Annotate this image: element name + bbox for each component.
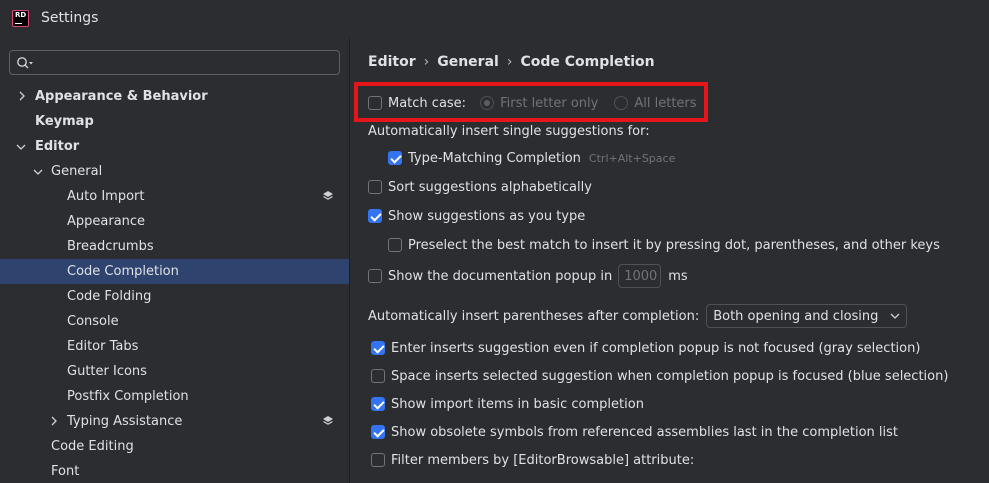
tree-item-label: Auto Import [67,189,145,204]
tree-item-code-editing[interactable]: Code Editing [0,434,349,459]
tree-item-general[interactable]: General [0,159,349,184]
parentheses-selected: Both opening and closing [713,308,879,324]
enter-inserts-row: Enter inserts suggestion even if complet… [371,337,920,359]
sort-alpha-checkbox[interactable] [368,180,382,194]
space-inserts-row: Space inserts selected suggestion when c… [371,365,948,387]
type-matching-row: Type-Matching Completion Ctrl+Alt+Space [388,147,675,169]
breadcrumb-item[interactable]: Editor [368,54,416,70]
tree-item-label: Editor [35,139,80,154]
tree-item-breadcrumbs[interactable]: Breadcrumbs [0,234,349,259]
space-inserts-checkbox[interactable] [371,369,385,383]
parentheses-dropdown[interactable]: Both opening and closing [706,304,908,328]
doc-popup-unit: ms [668,268,688,284]
tree-item-editor-tabs[interactable]: Editor Tabs [0,334,349,359]
settings-sidebar: Appearance & Behavior Keymap Editor Gene… [0,38,349,483]
window-title: Settings [41,10,99,26]
tree-item-label: Appearance [67,214,146,229]
breadcrumb-separator: › [506,54,513,70]
chevron-down-icon [890,313,900,319]
tree-item-label: Appearance & Behavior [35,89,208,104]
chevron-right-icon[interactable] [49,416,59,426]
filter-members-checkbox[interactable] [371,453,385,467]
type-matching-shortcut: Ctrl+Alt+Space [588,151,676,165]
rider-logo-icon: RD [12,10,29,27]
preselect-checkbox[interactable] [388,238,402,252]
tree-item-label: Font [51,464,80,479]
obsolete-checkbox[interactable] [371,425,385,439]
tree-item-label: General [51,164,103,179]
highlight-annotation [354,82,708,122]
tree-item-appearance-behavior[interactable]: Appearance & Behavior [0,84,349,109]
filter-members-label: Filter members by [EditorBrowsable] attr… [391,452,695,468]
tree-item-code-completion[interactable]: Code Completion [0,259,349,284]
tree-item-console[interactable]: Console [0,309,349,334]
tree-item-label: Code Editing [51,439,134,454]
filter-members-row: Filter members by [EditorBrowsable] attr… [371,449,694,471]
layers-icon [323,416,333,425]
tree-item-keymap[interactable]: Keymap [0,109,349,134]
preselect-label: Preselect the best match to insert it by… [408,237,940,253]
show-as-you-type-label: Show suggestions as you type [388,208,586,224]
tree-item-typing-assistance[interactable]: Typing Assistance [0,409,349,434]
tree-item-label: Typing Assistance [67,414,183,429]
import-items-label: Show import items in basic completion [391,396,644,412]
obsolete-row: Show obsolete symbols from referenced as… [371,421,898,443]
breadcrumb-separator: › [423,54,430,70]
tree-item-appearance[interactable]: Appearance [0,209,349,234]
sort-alpha-label: Sort suggestions alphabetically [388,179,592,195]
obsolete-label: Show obsolete symbols from referenced as… [391,424,899,440]
parentheses-label: Automatically insert parentheses after c… [368,308,700,324]
tree-item-label: Gutter Icons [67,364,147,379]
parentheses-row: Automatically insert parentheses after c… [368,304,908,328]
breadcrumb-item: Code Completion [520,54,655,70]
chevron-right-icon[interactable] [17,91,27,101]
doc-popup-row: Show the documentation popup in 1000 ms [368,263,688,289]
tree-item-gutter-icons[interactable]: Gutter Icons [0,359,349,384]
tree-item-label: Code Completion [67,264,179,279]
breadcrumb: Editor › General › Code Completion [368,54,655,70]
tree-item-label: Code Folding [67,289,152,304]
title-bar: RD Settings [0,0,989,38]
import-items-row: Show import items in basic completion [371,393,644,415]
chevron-down-icon[interactable] [33,167,43,177]
layers-icon [323,191,333,200]
tree-item-label: Console [67,314,119,329]
doc-popup-delay-input[interactable]: 1000 [618,264,662,288]
space-inserts-label: Space inserts selected suggestion when c… [391,368,949,384]
sort-alpha-row: Sort suggestions alphabetically [368,176,592,198]
tree-item-auto-import[interactable]: Auto Import [0,184,349,209]
tree-item-label: Editor Tabs [67,339,139,354]
breadcrumb-item[interactable]: General [437,54,499,70]
doc-popup-label: Show the documentation popup in [388,268,613,284]
chevron-down-icon[interactable] [16,142,26,152]
tree-item-font[interactable]: Font [0,459,349,483]
preselect-row: Preselect the best match to insert it by… [388,234,940,256]
import-items-checkbox[interactable] [371,397,385,411]
doc-popup-checkbox[interactable] [368,269,382,283]
search-input[interactable] [36,53,334,72]
show-as-you-type-checkbox[interactable] [368,209,382,223]
tree-item-editor[interactable]: Editor [0,134,349,159]
show-as-you-type-row: Show suggestions as you type [368,205,585,227]
tree-item-code-folding[interactable]: Code Folding [0,284,349,309]
enter-inserts-label: Enter inserts suggestion even if complet… [391,340,921,356]
search-icon[interactable] [16,55,34,71]
auto-insert-heading: Automatically insert single suggestions … [368,124,650,139]
tree-item-label: Keymap [35,114,94,129]
tree-item-label: Breadcrumbs [67,239,154,254]
search-field[interactable] [9,50,340,75]
tree-item-postfix-completion[interactable]: Postfix Completion [0,384,349,409]
type-matching-label: Type-Matching Completion [408,150,581,166]
enter-inserts-checkbox[interactable] [371,341,385,355]
type-matching-checkbox[interactable] [388,151,402,165]
tree-item-label: Postfix Completion [67,389,189,404]
